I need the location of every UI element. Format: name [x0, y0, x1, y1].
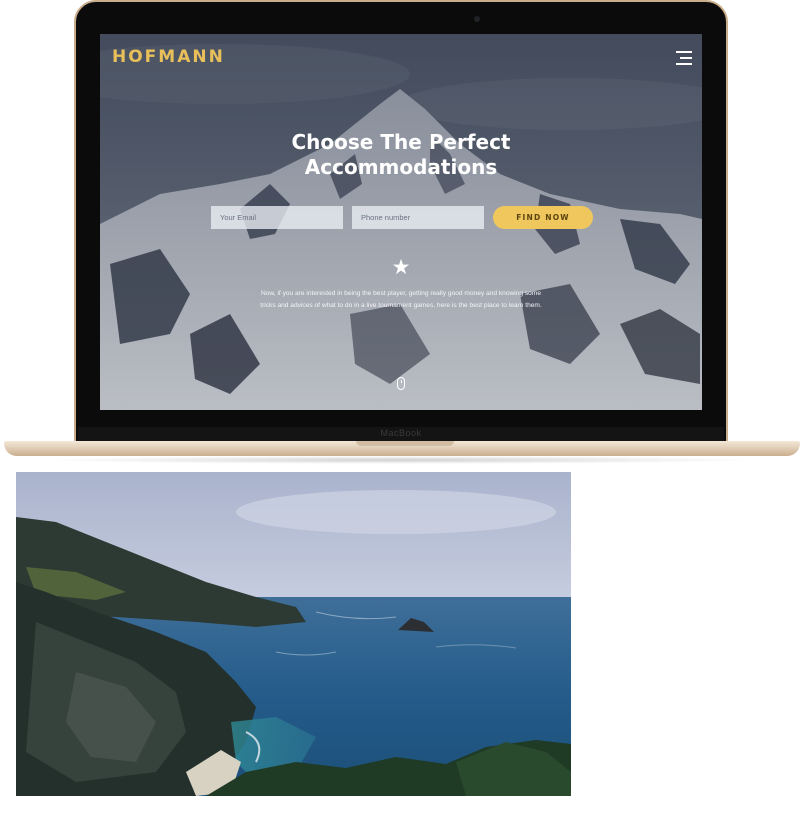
hero-description: Now, if you are interested in being the … — [260, 290, 542, 309]
hero-headline-line1: Choose The Perfect — [291, 130, 511, 154]
laptop-shadow — [40, 456, 762, 464]
webcam-icon — [474, 16, 480, 22]
hero-headline: Choose The Perfect Accommodations — [100, 130, 702, 180]
laptop-opening-notch — [356, 441, 454, 446]
phone-number-field[interactable] — [352, 206, 484, 229]
coastline-photo — [16, 472, 571, 796]
find-now-button[interactable]: FIND NOW — [493, 206, 593, 229]
mouse-scroll-icon[interactable] — [397, 377, 405, 390]
coastline-photo-image — [16, 472, 571, 796]
hero-headline-line2: Accommodations — [304, 155, 498, 179]
star-icon: ★ — [391, 256, 411, 279]
laptop-model-label: MacBook — [380, 428, 422, 438]
laptop-base — [4, 441, 800, 456]
laptop-chin: MacBook — [78, 427, 724, 442]
site-logo[interactable]: HOFMANN — [112, 47, 225, 67]
email-field[interactable] — [211, 206, 343, 229]
laptop-screen: HOFMANN Choose The Perfect Accommodation… — [100, 34, 702, 410]
hamburger-menu-icon[interactable] — [676, 51, 692, 65]
